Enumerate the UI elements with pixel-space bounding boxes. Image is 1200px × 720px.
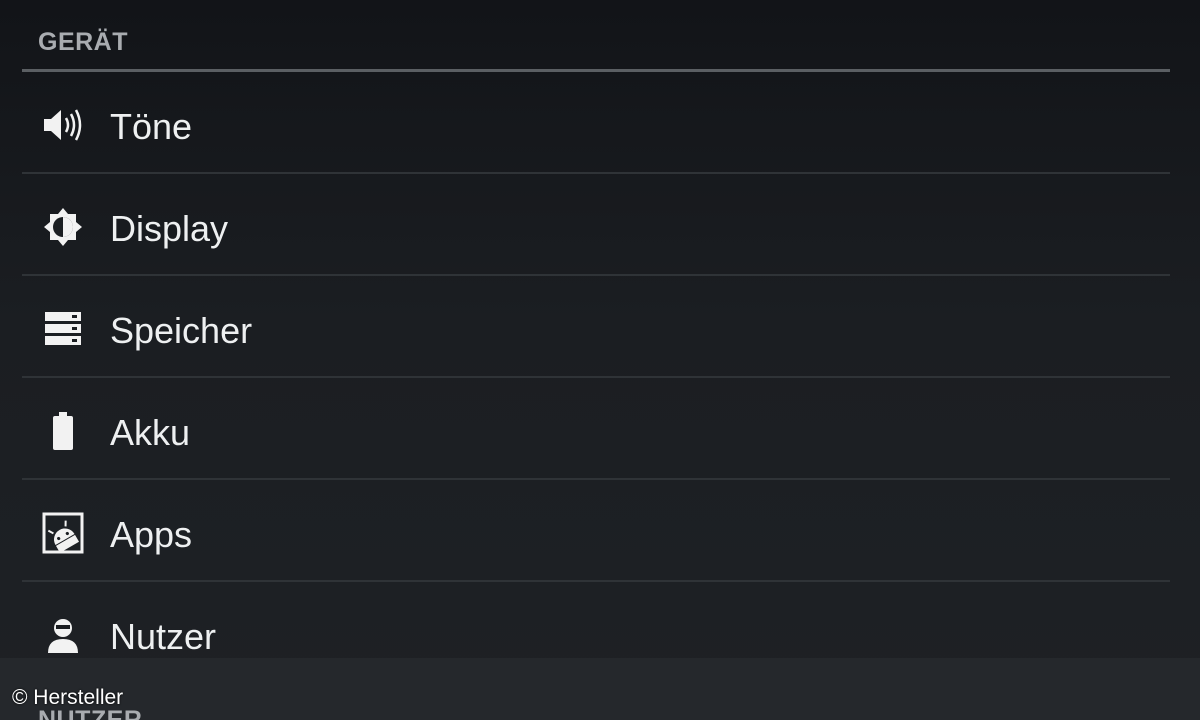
image-credit: © Hersteller <box>12 686 124 709</box>
settings-item-label: Apps <box>110 514 193 555</box>
volume-icon <box>40 105 86 145</box>
section-header-geraet: GERÄT <box>38 28 128 56</box>
settings-item-akku[interactable]: Akku <box>22 378 1170 480</box>
apps-icon <box>40 512 86 554</box>
settings-item-label: Töne <box>110 106 193 147</box>
settings-item-apps[interactable]: Apps <box>22 480 1170 582</box>
settings-item-display[interactable]: Display <box>22 174 1170 276</box>
settings-item-label: Display <box>110 208 229 249</box>
user-icon <box>40 615 86 655</box>
settings-list: Töne Display Speicher Akku Apps Nutzer <box>22 72 1170 684</box>
settings-item-speicher[interactable]: Speicher <box>22 276 1170 378</box>
settings-item-toene[interactable]: Töne <box>22 72 1170 174</box>
footer-band <box>0 658 1200 720</box>
battery-icon <box>40 411 86 451</box>
brightness-icon <box>40 207 86 247</box>
settings-item-label: Nutzer <box>110 616 217 657</box>
settings-item-label: Akku <box>110 412 191 453</box>
settings-item-label: Speicher <box>110 310 253 351</box>
storage-icon <box>40 309 86 349</box>
